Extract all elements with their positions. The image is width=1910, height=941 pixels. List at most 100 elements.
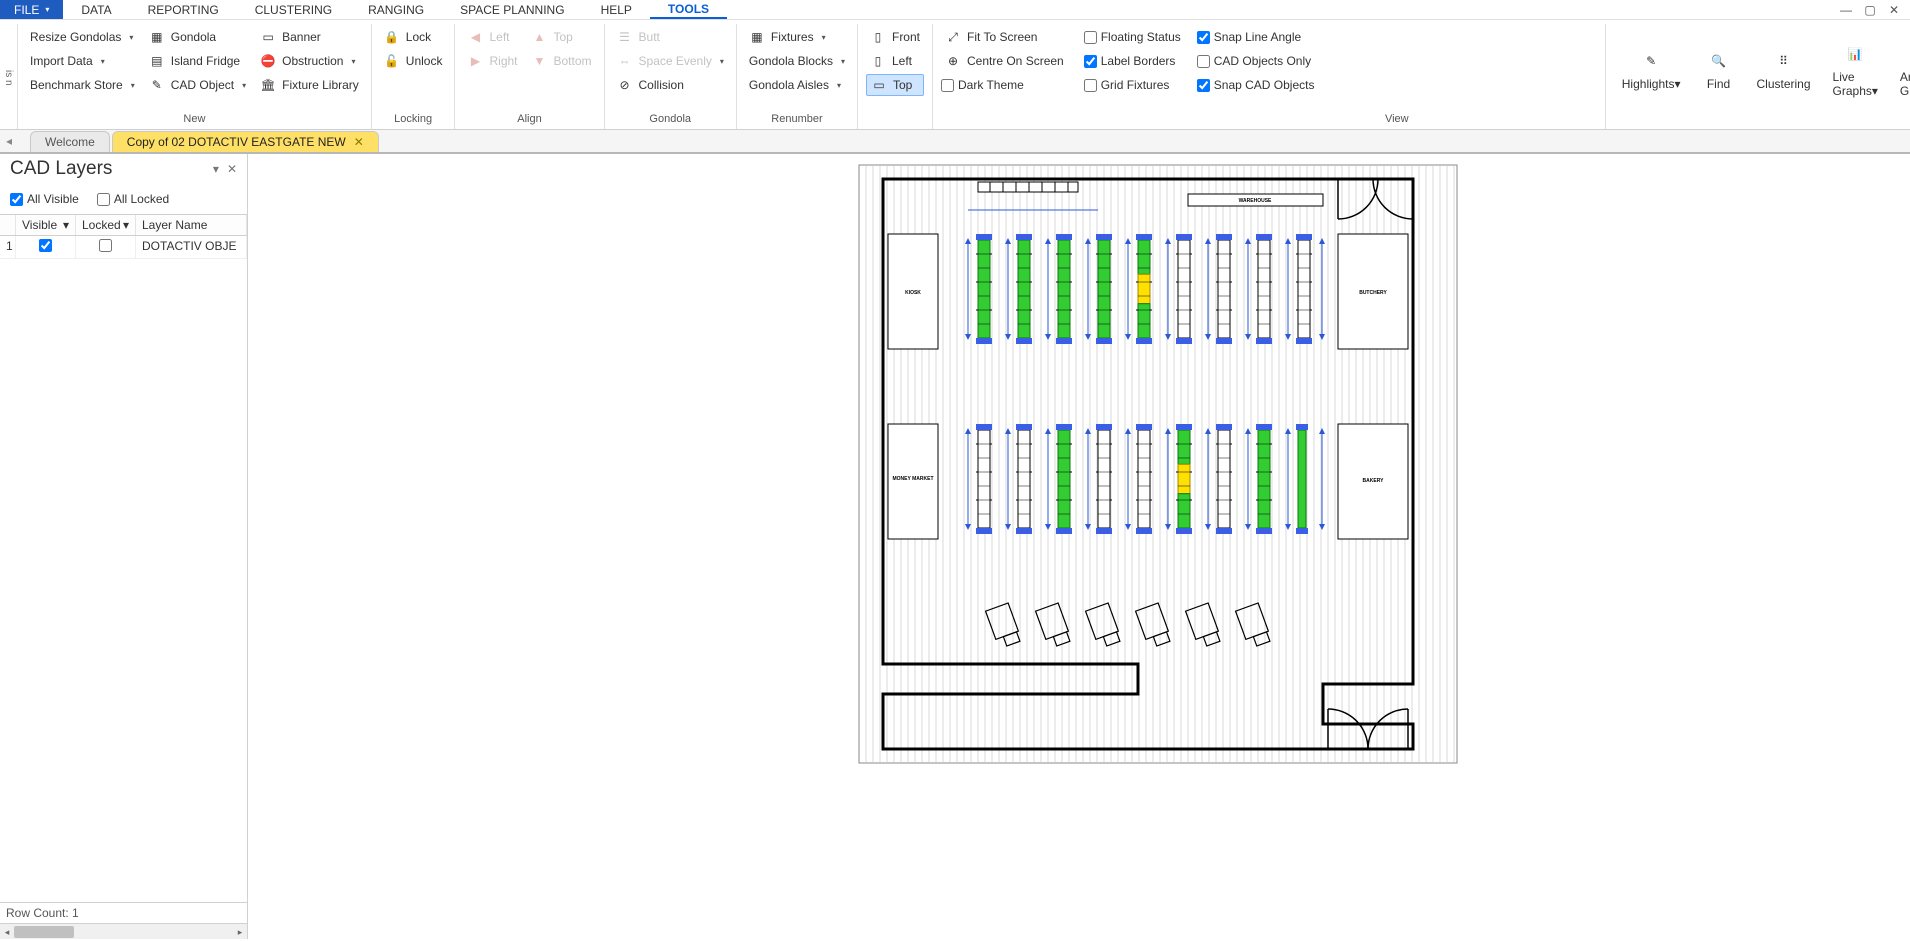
align-top-button: Top	[528, 26, 596, 48]
banner-button[interactable]: ▭Banner	[256, 26, 363, 48]
cad-objects-only-check[interactable]: CAD Objects Only	[1197, 50, 1315, 72]
live-graphs-button[interactable]: 📊Live Graphs▾	[1825, 26, 1886, 111]
analysis-grid-button[interactable]: ▦Analysis Grid▾	[1892, 26, 1910, 111]
col-locked[interactable]: Locked▾	[76, 215, 136, 235]
row-visible-check[interactable]	[39, 239, 52, 252]
resize-gondolas-button[interactable]: Resize Gondolas▾	[26, 26, 139, 48]
menu-tools[interactable]: TOOLS	[650, 0, 727, 19]
floorplan-canvas[interactable]: KIOSK MONEY MARKET BUTCHERY BAKERY WAREH…	[248, 154, 1910, 939]
label-borders-check[interactable]: Label Borders	[1084, 50, 1181, 72]
ribbon-overflow-left[interactable]: is n	[0, 24, 18, 129]
label-bakery: BAKERY	[1363, 478, 1385, 484]
ribbon-group-renumber: ▦Fixtures▾ Gondola Blocks▾ Gondola Aisle…	[737, 24, 858, 129]
lock-button[interactable]: Lock	[380, 26, 447, 48]
label-warehouse: WAREHOUSE	[1239, 198, 1272, 204]
arrow-down-icon	[532, 53, 548, 69]
close-icon[interactable]: ✕	[1886, 3, 1902, 17]
collision-icon: ⊘	[617, 77, 633, 93]
collision-button[interactable]: ⊘Collision	[613, 74, 728, 96]
centre-on-screen-button[interactable]: ⊕Centre On Screen	[941, 50, 1068, 72]
snap-line-angle-check[interactable]: Snap Line Angle	[1197, 26, 1315, 48]
highlights-icon: ✎	[1635, 47, 1667, 75]
tab-close-icon[interactable]: ✕	[354, 135, 364, 149]
group-label-view: View	[1197, 111, 1597, 129]
ribbon: is n Resize Gondolas▾ Import Data▾ Bench…	[0, 20, 1910, 130]
menu-spaceplanning[interactable]: SPACE PLANNING	[442, 0, 582, 19]
top-icon: ▭	[871, 77, 887, 93]
banner-icon: ▭	[260, 29, 276, 45]
fixture-library-button[interactable]: 🏛Fixture Library	[256, 74, 363, 96]
find-button[interactable]: 🔍Find	[1695, 26, 1743, 111]
import-data-button[interactable]: Import Data▾	[26, 50, 139, 72]
all-locked-check[interactable]: All Locked	[97, 188, 169, 210]
ribbon-group-align: Left Right Top Bottom Align	[455, 24, 604, 129]
clustering-icon: ⠿	[1768, 47, 1800, 75]
menu-reporting[interactable]: REPORTING	[130, 0, 237, 19]
floating-status-check[interactable]: Floating Status	[1084, 26, 1181, 48]
menu-data[interactable]: DATA	[63, 0, 129, 19]
graphs-icon: 📊	[1839, 40, 1871, 68]
layer-row[interactable]: 1 DOTACTIV OBJE	[0, 236, 247, 259]
space-evenly-button: ⇔Space Evenly▾	[613, 50, 728, 72]
arrow-right-icon	[467, 53, 483, 69]
butt-button: ☰Butt	[613, 26, 728, 48]
left-icon: ▯	[870, 53, 886, 69]
view-left-button[interactable]: ▯Left	[866, 50, 924, 72]
obstruction-button[interactable]: ⛔Obstruction▾	[256, 50, 363, 72]
label-money-market: MONEY MARKET	[892, 476, 933, 482]
tab-active-document[interactable]: Copy of 02 DOTACTIV EASTGATE NEW ✕	[112, 131, 379, 152]
space-icon: ⇔	[617, 53, 633, 69]
menu-clustering[interactable]: CLUSTERING	[237, 0, 350, 19]
butt-icon: ☰	[617, 29, 633, 45]
front-icon: ▯	[870, 29, 886, 45]
col-layer-name[interactable]: Layer Name	[136, 215, 247, 235]
align-bottom-button: Bottom	[528, 50, 596, 72]
group-label-renumber: Renumber	[745, 111, 849, 129]
view-front-button[interactable]: ▯Front	[866, 26, 924, 48]
fridge-icon: ▤	[149, 53, 165, 69]
snap-cad-objects-check[interactable]: Snap CAD Objects	[1197, 74, 1315, 96]
minimize-icon[interactable]: —	[1838, 3, 1854, 17]
col-visible[interactable]: Visible▾	[16, 215, 76, 235]
library-icon: 🏛	[260, 77, 276, 93]
ribbon-group-gondola: ☰Butt ⇔Space Evenly▾ ⊘Collision Gondola	[605, 24, 737, 129]
ribbon-group-new: Resize Gondolas▾ Import Data▾ Benchmark …	[18, 24, 372, 129]
clustering-button[interactable]: ⠿Clustering	[1749, 26, 1819, 111]
panel-menu-icon[interactable]: ▾	[213, 162, 219, 176]
row-locked-check[interactable]	[99, 239, 112, 252]
island-fridge-button[interactable]: ▤Island Fridge	[145, 50, 250, 72]
gondola-button[interactable]: ▦Gondola	[145, 26, 250, 48]
tab-welcome[interactable]: Welcome	[30, 131, 110, 152]
lock-icon	[384, 29, 400, 45]
panel-hscrollbar[interactable]: ◂▸	[0, 923, 247, 939]
menu-file[interactable]: FILE▾	[0, 0, 63, 19]
row-count: Row Count: 1	[0, 902, 247, 923]
gondola-aisles-button[interactable]: Gondola Aisles▾	[745, 74, 849, 96]
menu-ranging[interactable]: RANGING	[350, 0, 442, 19]
fixtures-button[interactable]: ▦Fixtures▾	[745, 26, 849, 48]
view-top-button[interactable]: ▭Top	[866, 74, 924, 96]
panel-close-icon[interactable]: ✕	[227, 162, 237, 176]
benchmark-store-button[interactable]: Benchmark Store▾	[26, 74, 139, 96]
menu-help[interactable]: HELP	[583, 0, 650, 19]
row-layer-name: DOTACTIV OBJE	[136, 236, 247, 258]
fit-to-screen-button[interactable]: ⤢Fit To Screen	[941, 26, 1068, 48]
menu-bar: FILE▾ DATA REPORTING CLUSTERING RANGING …	[0, 0, 1910, 20]
highlights-button[interactable]: ✎Highlights▾	[1614, 26, 1689, 111]
ribbon-group-opts2: Snap Line Angle CAD Objects Only Snap CA…	[1189, 24, 1606, 129]
obstruction-icon: ⛔	[260, 53, 276, 69]
tab-active-label: Copy of 02 DOTACTIV EASTGATE NEW	[127, 135, 346, 149]
tab-scroll-left[interactable]: ◂	[6, 134, 12, 148]
dark-theme-check[interactable]: Dark Theme	[941, 74, 1068, 96]
maximize-icon[interactable]: ▢	[1862, 3, 1878, 17]
ribbon-group-viewdir: ▯Front ▯Left ▭Top	[858, 24, 932, 129]
grid-fixtures-check[interactable]: Grid Fixtures	[1084, 74, 1181, 96]
gondola-blocks-button[interactable]: Gondola Blocks▾	[745, 50, 849, 72]
cad-icon: ✎	[149, 77, 165, 93]
find-icon: 🔍	[1703, 47, 1735, 75]
all-visible-check[interactable]: All Visible	[10, 188, 79, 210]
window-controls: — ▢ ✕	[1830, 0, 1910, 19]
unlock-button[interactable]: Unlock	[380, 50, 447, 72]
cad-object-button[interactable]: ✎CAD Object▾	[145, 74, 250, 96]
arrow-up-icon	[532, 29, 548, 45]
